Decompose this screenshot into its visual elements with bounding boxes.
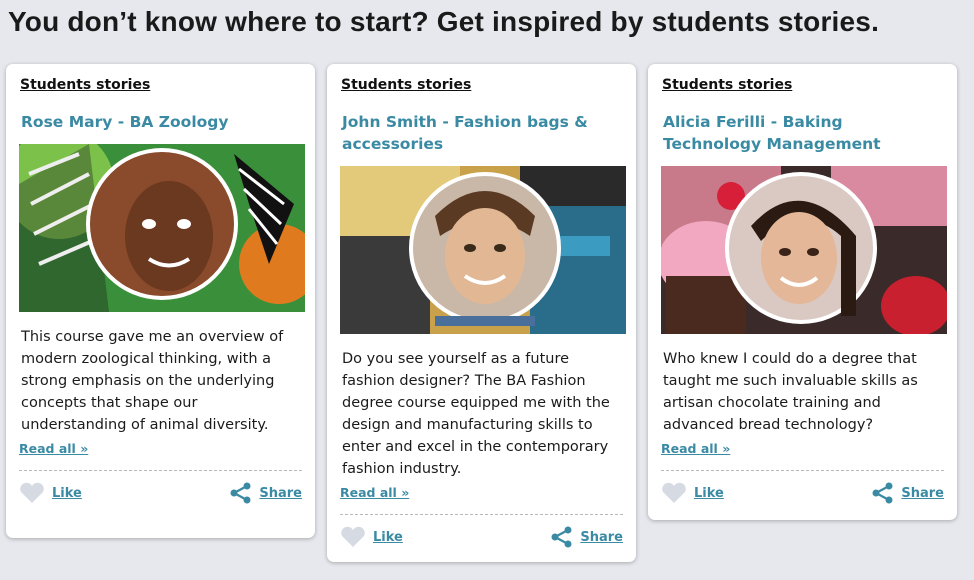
heart-icon [662,482,686,503]
read-all-link[interactable]: Read all » [340,485,623,500]
share-button[interactable]: Share [230,482,302,504]
story-photo[interactable] [661,166,947,334]
story-card-rose-mary: Students stories Rose Mary - BA Zoology … [6,64,315,538]
share-button[interactable]: Share [872,482,944,504]
share-label: Share [580,529,623,545]
share-icon [230,482,251,504]
card-category[interactable]: Students stories [341,77,623,93]
card-category[interactable]: Students stories [20,77,302,93]
story-description: Who knew I could do a degree that taught… [663,351,918,433]
read-all-link[interactable]: Read all » [19,441,302,456]
like-label: Like [52,485,82,501]
card-actions: Like Share [19,471,302,517]
like-label: Like [694,485,724,501]
story-title[interactable]: Rose Mary - BA Zoology [21,111,302,133]
like-button[interactable]: Like [661,482,724,504]
share-icon [872,482,893,504]
heart-icon [20,482,44,503]
like-label: Like [373,529,403,545]
share-icon [551,526,572,548]
share-button[interactable]: Share [551,526,623,548]
story-card-john-smith: Students stories John Smith - Fashion ba… [327,64,636,562]
story-photo[interactable] [340,166,626,334]
like-button[interactable]: Like [340,526,403,548]
like-button[interactable]: Like [19,482,82,504]
share-label: Share [259,485,302,501]
story-description: Do you see yourself as a future fashion … [342,351,610,477]
story-description: This course gave me an overview of moder… [21,329,284,433]
story-card-alicia-ferilli: Students stories Alicia Ferilli - Baking… [648,64,957,520]
read-all-link[interactable]: Read all » [661,441,944,456]
card-category[interactable]: Students stories [662,77,944,93]
story-title[interactable]: Alicia Ferilli - Baking Technology Manag… [663,111,944,155]
story-title[interactable]: John Smith - Fashion bags & accessories [342,111,623,155]
share-label: Share [901,485,944,501]
page-title: You don’t know where to start? Get inspi… [8,6,880,37]
card-actions: Like Share [661,471,944,517]
heart-icon [341,526,365,547]
story-photo[interactable] [19,144,305,312]
card-actions: Like Share [340,515,623,561]
